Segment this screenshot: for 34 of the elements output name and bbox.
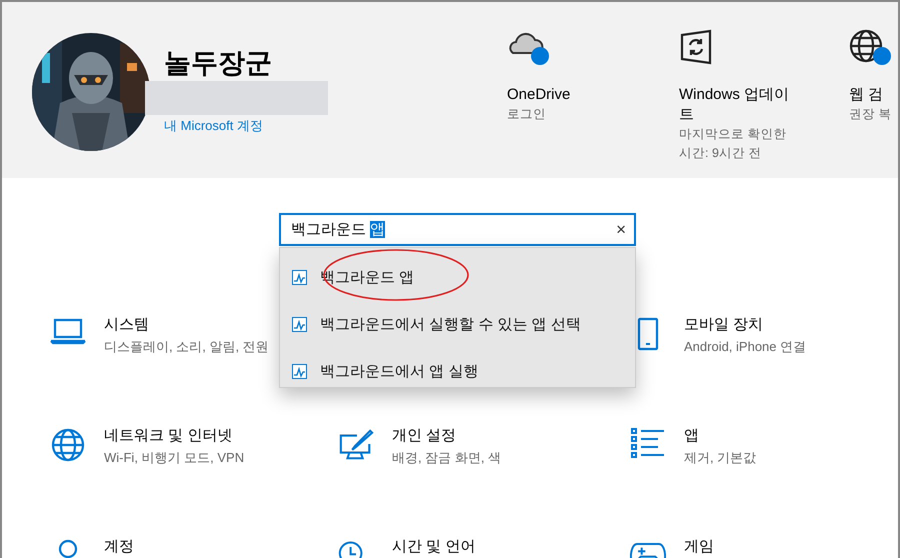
category-title[interactable]: 앱 — [684, 426, 699, 445]
paintbrush-monitor-icon — [338, 428, 374, 462]
suggestion-item[interactable]: 백그라운드에서 앱 실행 — [320, 362, 478, 381]
category-description: Wi-Fi, 비행기 모드, VPN — [104, 449, 244, 467]
item-status: 마지막으로 확인한 시간: 9시간 전 — [679, 126, 788, 162]
suggestion-item[interactable]: 백그라운드에서 실행할 수 있는 앱 선택 — [320, 315, 581, 334]
phone-icon — [637, 317, 659, 351]
category-title[interactable]: 개인 설정 — [392, 426, 456, 445]
laptop-icon — [50, 317, 86, 345]
category-title[interactable]: 계정 — [104, 537, 134, 556]
clear-button[interactable]: × — [616, 220, 626, 240]
search-text: 백그라운드 앱 — [291, 220, 386, 239]
category-title[interactable]: 시스템 — [104, 315, 149, 334]
item-title[interactable]: Windows 업데이트 — [679, 85, 797, 125]
category-description: 제거, 기본값 — [684, 449, 756, 467]
item-status: 권장 복 — [849, 106, 892, 123]
list-icon — [631, 428, 665, 458]
category-title[interactable]: 시간 및 언어 — [392, 537, 476, 556]
user-name: 놀두장군 — [164, 47, 273, 80]
globe-icon — [51, 428, 85, 462]
account-link[interactable]: 내 Microsoft 계정 — [164, 117, 328, 135]
item-title[interactable]: OneDrive — [507, 85, 625, 105]
category-title[interactable]: 게임 — [684, 537, 714, 556]
chart-icon — [292, 270, 307, 285]
search-field[interactable]: 백그라운드 앱 × — [279, 213, 636, 246]
category-description: 디스플레이, 소리, 알림, 전원 — [104, 338, 269, 356]
category-description: 배경, 잠금 화면, 색 — [392, 449, 502, 467]
category-description: Android, iPhone 연결 — [684, 338, 806, 356]
item-title[interactable]: 웹 검 — [849, 85, 898, 105]
chart-icon — [292, 364, 307, 379]
chart-icon — [292, 317, 307, 332]
category-title[interactable]: 모바일 장치 — [684, 315, 764, 334]
item-status: 로그인 — [507, 106, 547, 123]
category-title[interactable]: 네트워크 및 인터넷 — [104, 426, 232, 445]
